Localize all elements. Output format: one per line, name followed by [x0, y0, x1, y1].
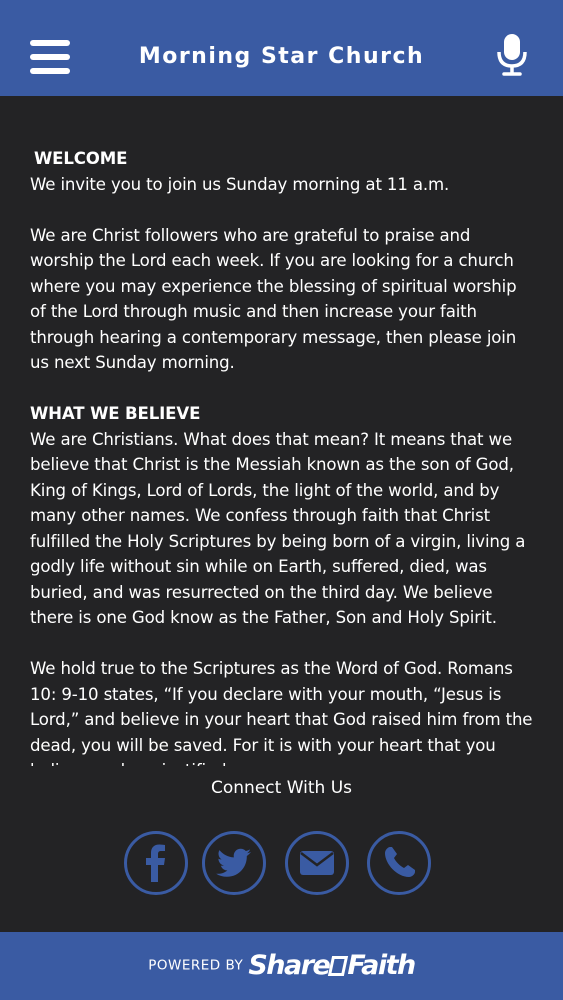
powered-by-label: POWERED BY [148, 957, 244, 974]
microphone-icon[interactable] [494, 32, 530, 76]
footer-bar: POWERED BY Share Faith [0, 932, 563, 1000]
sharefaith-logo-icon [328, 955, 349, 976]
email-icon[interactable] [285, 831, 349, 895]
scripture-paragraph: We hold true to the Scriptures as the Wo… [30, 659, 533, 766]
connect-label: Connect With Us [211, 778, 352, 798]
app-header: Morning Star Church [0, 0, 563, 96]
phone-icon[interactable] [367, 831, 431, 895]
hamburger-menu-icon[interactable] [30, 40, 70, 74]
twitter-icon[interactable] [202, 831, 266, 895]
page-content: WELCOME We invite you to join us Sunday … [30, 146, 535, 766]
brand-share: Share [248, 950, 331, 981]
believe-paragraph: We are Christians. What does that mean? … [30, 429, 526, 628]
powered-by[interactable]: POWERED BY Share Faith [0, 950, 563, 981]
menu-line [30, 40, 70, 46]
menu-line [30, 54, 70, 60]
app-title: Morning Star Church [138, 44, 425, 69]
facebook-icon[interactable] [124, 831, 188, 895]
believe-heading: WHAT WE BELIEVE [30, 404, 201, 423]
intro-paragraph: We are Christ followers who are grateful… [30, 225, 517, 373]
menu-line [30, 68, 70, 74]
welcome-heading: WELCOME [34, 149, 128, 168]
brand-faith: Faith [347, 950, 416, 981]
welcome-text: We invite you to join us Sunday morning … [30, 174, 450, 194]
